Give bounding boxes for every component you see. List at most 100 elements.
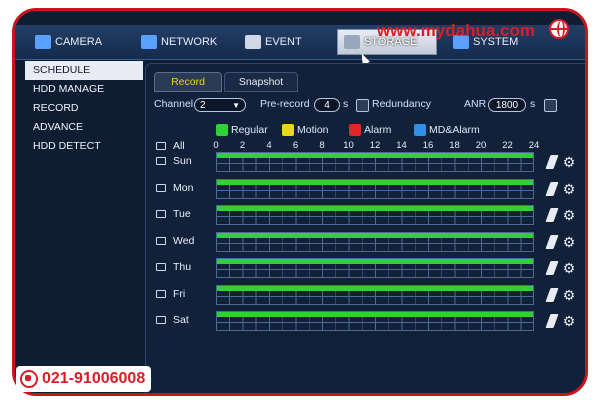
copy-schedule-icon[interactable] bbox=[545, 314, 559, 328]
gear-icon[interactable]: ⚙ bbox=[562, 261, 576, 275]
camera-icon bbox=[35, 35, 51, 49]
channel-select-value: 2 bbox=[200, 99, 206, 111]
day-row-tue[interactable]: Tue bbox=[156, 208, 191, 220]
hour-tick-label: 20 bbox=[475, 140, 487, 151]
gear-icon[interactable]: ⚙ bbox=[562, 155, 576, 169]
hour-tick-label: 24 bbox=[528, 140, 540, 151]
day-row-sun[interactable]: Sun bbox=[156, 155, 192, 167]
copy-schedule-icon[interactable] bbox=[545, 155, 559, 169]
all-days-row[interactable]: All bbox=[156, 140, 185, 152]
day-label: Sun bbox=[173, 155, 192, 167]
hour-tick-label: 16 bbox=[422, 140, 434, 151]
legend-regular-label: Regular bbox=[231, 124, 268, 136]
globe-icon bbox=[549, 19, 569, 39]
day-checkbox[interactable] bbox=[156, 236, 166, 245]
day-label: Mon bbox=[173, 181, 194, 194]
redundancy-checkbox[interactable] bbox=[356, 99, 369, 112]
sidebar-item-hdd-manage[interactable]: HDD MANAGE bbox=[25, 80, 143, 99]
dvr-screen: CAMERA NETWORK EVENT STORAGE SYSTEM SCHE… bbox=[15, 11, 585, 393]
copy-schedule-icon[interactable] bbox=[545, 208, 559, 222]
tab-event-label: EVENT bbox=[265, 36, 302, 48]
day-checkbox[interactable] bbox=[156, 183, 166, 192]
day-checkbox[interactable] bbox=[156, 210, 166, 218]
subtab-record[interactable]: Record bbox=[154, 72, 222, 92]
day-schedule-bar[interactable] bbox=[216, 284, 534, 305]
day-checkbox[interactable] bbox=[156, 289, 166, 298]
day-label: Tue bbox=[173, 208, 191, 220]
all-days-label: All bbox=[173, 140, 185, 152]
channel-select[interactable]: 2 ▼ bbox=[194, 98, 246, 112]
day-checkbox[interactable] bbox=[156, 263, 166, 271]
day-checkbox[interactable] bbox=[156, 157, 166, 165]
all-days-checkbox[interactable] bbox=[156, 142, 166, 150]
anr-checkbox[interactable] bbox=[544, 99, 557, 112]
day-row-wed[interactable]: Wed bbox=[156, 235, 194, 247]
legend-md-alarm-label: MD&Alarm bbox=[429, 124, 480, 136]
day-schedule-bar[interactable] bbox=[216, 205, 534, 225]
copy-schedule-icon[interactable] bbox=[545, 181, 559, 196]
hour-tick-label: 4 bbox=[266, 140, 272, 151]
hour-tick-label: 10 bbox=[343, 140, 354, 151]
tab-network[interactable]: NETWORK bbox=[135, 29, 235, 55]
motion-swatch bbox=[282, 124, 294, 136]
watermark-phone-number: 021-91006008 bbox=[42, 370, 146, 387]
regular-record-period bbox=[217, 259, 533, 264]
sidebar: SCHEDULE HDD MANAGE RECORD ADVANCE HDD D… bbox=[25, 61, 143, 393]
tab-event[interactable]: EVENT bbox=[239, 29, 339, 55]
redundancy-label: Redundancy bbox=[372, 98, 431, 110]
hour-tick-label: 12 bbox=[369, 140, 381, 151]
hour-tick-label: 18 bbox=[449, 140, 460, 151]
prerecord-input[interactable]: 4 bbox=[314, 98, 340, 112]
anr-value: 1800 bbox=[495, 99, 519, 111]
day-schedule-bar[interactable] bbox=[216, 152, 534, 172]
day-label: Fri bbox=[173, 287, 186, 300]
day-label: Wed bbox=[173, 234, 195, 247]
regular-record-period bbox=[217, 179, 533, 185]
gear-icon[interactable]: ⚙ bbox=[562, 182, 576, 196]
grid-line bbox=[217, 322, 533, 323]
day-schedule-bar[interactable] bbox=[216, 231, 534, 252]
tab-camera[interactable]: CAMERA bbox=[29, 29, 129, 55]
day-schedule-bar[interactable] bbox=[216, 178, 534, 199]
sidebar-item-schedule[interactable]: SCHEDULE bbox=[25, 61, 143, 80]
schedule-panel: Record Snapshot Channel 2 ▼ Pre-record 4… bbox=[145, 63, 585, 393]
hour-tick-label: 8 bbox=[319, 140, 325, 151]
gear-icon[interactable]: ⚙ bbox=[562, 235, 576, 249]
hour-tick-label: 2 bbox=[239, 140, 246, 151]
anr-label: ANR bbox=[464, 98, 487, 110]
legend-motion-label: Motion bbox=[297, 124, 329, 136]
day-schedule-bar[interactable] bbox=[216, 258, 534, 278]
gear-icon[interactable]: ⚙ bbox=[562, 288, 576, 302]
regular-record-period bbox=[217, 153, 533, 158]
anr-unit: s bbox=[530, 98, 536, 110]
sidebar-item-advance[interactable]: ADVANCE bbox=[25, 118, 143, 137]
chevron-down-icon: ▼ bbox=[232, 100, 240, 110]
storage-icon bbox=[344, 35, 360, 49]
grid-line bbox=[217, 163, 533, 164]
anr-input[interactable]: 1800 bbox=[488, 98, 526, 112]
hour-tick-label: 0 bbox=[213, 140, 219, 151]
copy-schedule-icon[interactable] bbox=[545, 261, 559, 275]
sidebar-item-record[interactable]: RECORD bbox=[25, 99, 143, 118]
day-row-thu[interactable]: Thu bbox=[156, 261, 191, 273]
gear-icon[interactable]: ⚙ bbox=[562, 314, 576, 328]
grid-line bbox=[217, 216, 533, 217]
regular-record-period bbox=[217, 312, 533, 317]
day-schedule-bar[interactable] bbox=[216, 311, 534, 331]
copy-schedule-icon[interactable] bbox=[545, 234, 559, 249]
copy-schedule-icon[interactable] bbox=[545, 287, 559, 302]
day-label: Thu bbox=[173, 261, 192, 273]
network-icon bbox=[141, 35, 157, 49]
day-row-fri[interactable]: Fri bbox=[156, 288, 185, 300]
legend-alarm: Alarm bbox=[349, 124, 391, 136]
day-row-sat[interactable]: Sat bbox=[156, 314, 189, 326]
prerecord-label: Pre-record bbox=[260, 98, 310, 110]
day-row-mon[interactable]: Mon bbox=[156, 182, 193, 194]
gear-icon[interactable]: ⚙ bbox=[562, 208, 576, 222]
regular-record-period bbox=[217, 206, 533, 211]
regular-record-period bbox=[217, 232, 533, 238]
legend-motion: Motion bbox=[282, 124, 329, 136]
sidebar-item-hdd-detect[interactable]: HDD DETECT bbox=[25, 137, 143, 156]
day-checkbox[interactable] bbox=[156, 316, 166, 324]
subtab-snapshot[interactable]: Snapshot bbox=[224, 72, 298, 92]
